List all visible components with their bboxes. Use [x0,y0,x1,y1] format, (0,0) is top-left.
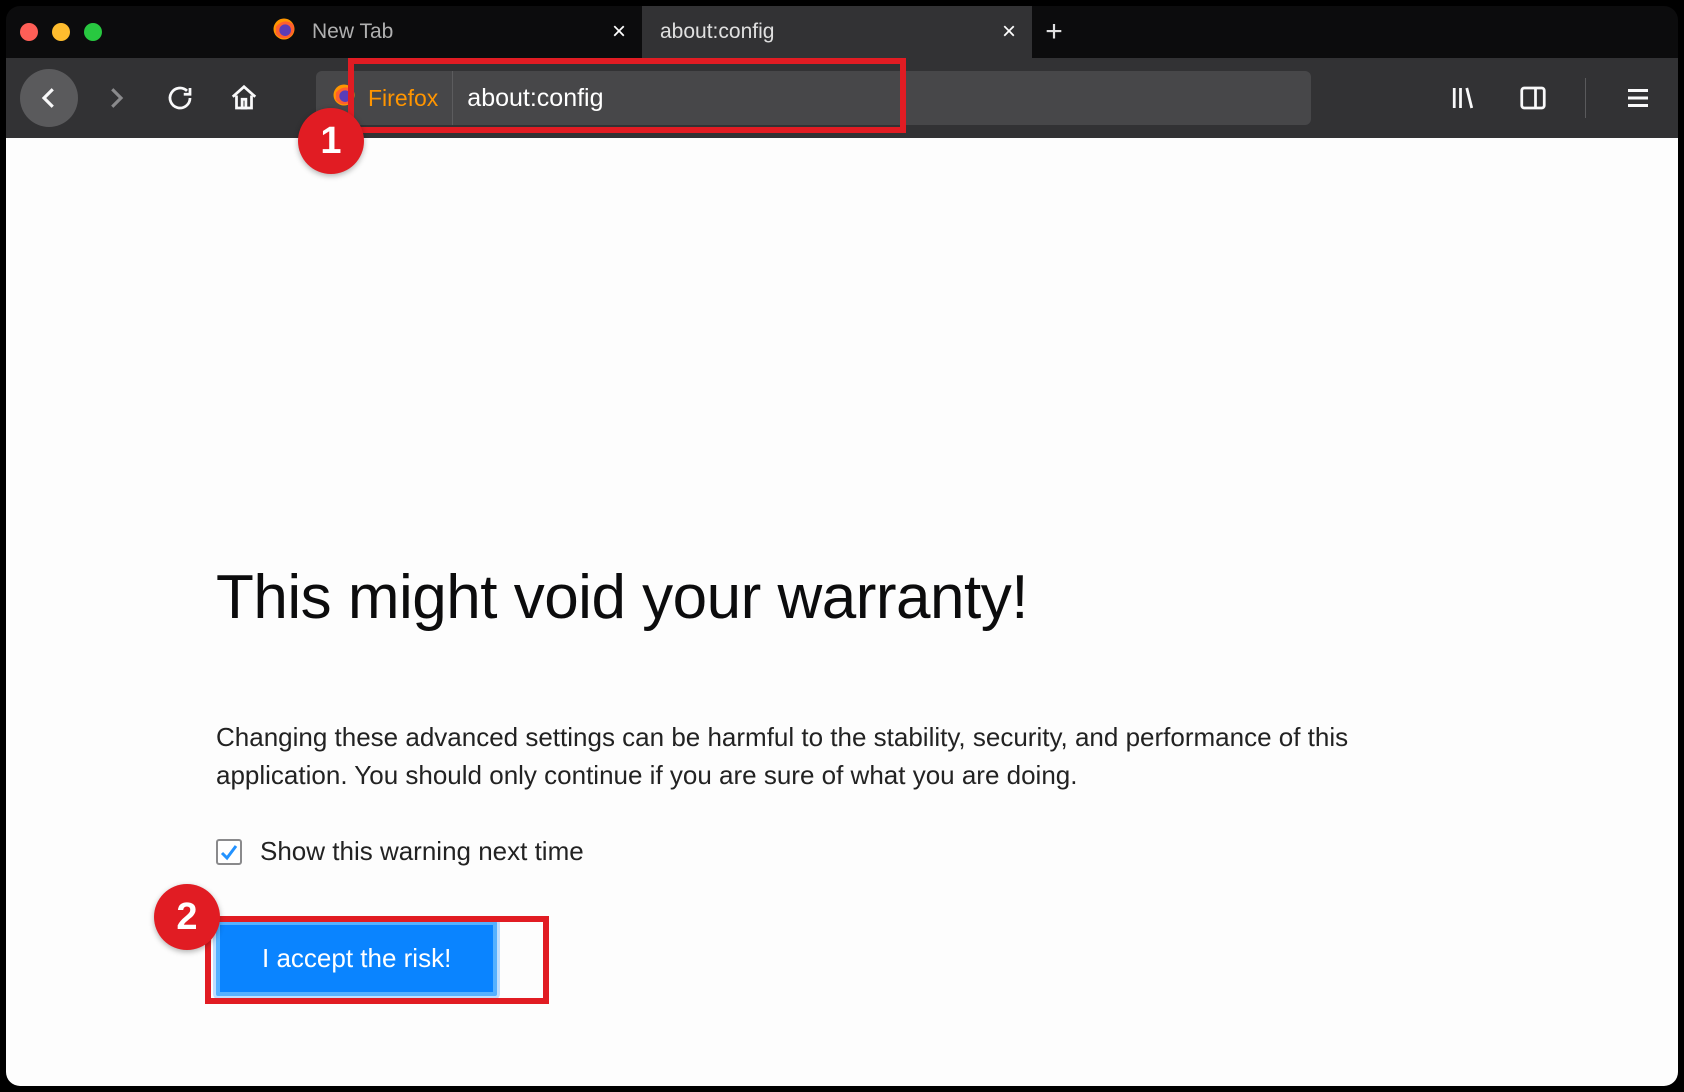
home-button[interactable] [218,72,270,124]
window-close-button[interactable] [20,23,38,41]
bookmark-star-icon[interactable] [1263,81,1301,116]
new-tab-button[interactable]: + [1032,10,1076,54]
identity-label: Firefox [368,85,438,112]
close-icon[interactable]: × [612,18,626,46]
firefox-icon [270,15,298,49]
show-warning-checkbox-row: Show this warning next time [216,836,1486,867]
accept-risk-button[interactable]: I accept the risk! [216,921,497,996]
page-content: This might void your warranty! Changing … [6,138,1678,1086]
checkbox-label: Show this warning next time [260,836,584,867]
nav-toolbar: Firefox about:config [6,58,1678,138]
url-input[interactable]: about:config [453,84,1263,113]
tab-bar: New Tab × about:config × + [6,6,1678,58]
tab-label: New Tab [312,20,393,44]
identity-box[interactable]: Firefox [316,71,453,125]
firefox-icon [330,81,358,115]
menu-button[interactable] [1612,72,1664,124]
separator [1585,78,1586,118]
toolbar-right [1437,72,1664,124]
sidebar-button[interactable] [1507,72,1559,124]
warning-body: Changing these advanced settings can be … [216,719,1466,794]
reload-button[interactable] [154,72,206,124]
window-minimize-button[interactable] [52,23,70,41]
browser-window: New Tab × about:config × + Firefo [6,6,1678,1086]
tab-new-tab[interactable]: New Tab × [252,6,642,58]
url-bar[interactable]: Firefox about:config [316,71,1311,125]
warning-title: This might void your warranty! [216,562,1486,633]
window-maximize-button[interactable] [84,23,102,41]
tab-about-config[interactable]: about:config × [642,6,1032,58]
tab-label: about:config [660,20,774,44]
window-controls [20,23,102,41]
close-icon[interactable]: × [1002,18,1016,46]
check-icon [219,842,239,862]
forward-button[interactable] [90,72,142,124]
library-button[interactable] [1437,72,1489,124]
back-button[interactable] [20,69,78,127]
warning-container: This might void your warranty! Changing … [216,562,1486,996]
show-warning-checkbox[interactable] [216,839,242,865]
